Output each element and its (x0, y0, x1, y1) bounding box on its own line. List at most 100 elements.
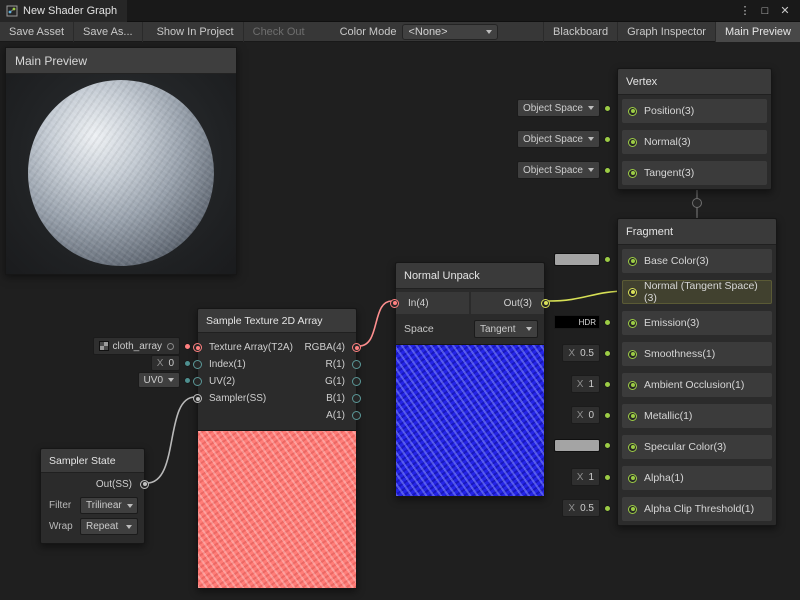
r-port[interactable] (352, 360, 361, 369)
fragment-row-alpha[interactable]: Alpha(1) (622, 466, 772, 490)
normal-unpack-in-port[interactable] (390, 299, 399, 308)
normal-unpack-node[interactable]: Normal Unpack In(4) Out(3) Space Tangent (395, 262, 545, 497)
rgba-port[interactable] (352, 343, 361, 352)
a-output-row[interactable]: A(1) (304, 407, 356, 424)
normal-unpack-header[interactable]: Normal Unpack (396, 263, 544, 289)
emission-port[interactable] (628, 319, 637, 328)
space-dropdown[interactable]: Tangent (474, 320, 538, 338)
graph-canvas[interactable]: Main Preview Vertex Position(3) Normal(3… (0, 42, 800, 600)
tangent-space-dropdown[interactable]: Object Space (517, 161, 600, 179)
main-preview-toggle[interactable]: Main Preview (715, 22, 800, 42)
normal-space-dropdown[interactable]: Object Space (517, 130, 600, 148)
vertex-row-position[interactable]: Position(3) (622, 99, 767, 123)
b-port[interactable] (352, 394, 361, 403)
vertex-node[interactable]: Vertex Position(3) Normal(3) Tangent(3) (617, 68, 772, 190)
rgba-output-row[interactable]: RGBA(4) (304, 339, 356, 356)
close-icon[interactable]: ✕ (776, 2, 794, 20)
save-asset-button[interactable]: Save Asset (0, 22, 74, 42)
wire-rgba-to-normalunpack-in[interactable] (359, 301, 392, 346)
ambient-occlusion-field[interactable]: X 1 (571, 375, 600, 393)
specular-color-widget (554, 439, 611, 452)
position-space-dropdown[interactable]: Object Space (517, 99, 600, 117)
fragment-row-metallic[interactable]: Metallic(1) (622, 404, 772, 428)
fragment-node[interactable]: Fragment Base Color(3) Normal (Tangent S… (617, 218, 777, 526)
ambient-occlusion-port[interactable] (628, 381, 637, 390)
index-input-row[interactable]: Index(1) (198, 356, 293, 373)
texture-array-label: Texture Array(T2A) (209, 342, 293, 353)
specular-color-swatch[interactable] (554, 439, 600, 452)
smoothness-port[interactable] (628, 350, 637, 359)
g-output-row[interactable]: G(1) (304, 373, 356, 390)
vertex-row-normal[interactable]: Normal(3) (622, 130, 767, 154)
fragment-row-base-color[interactable]: Base Color(3) (622, 249, 772, 273)
sampler-port[interactable] (193, 394, 202, 403)
fragment-row-alpha-clip-threshold[interactable]: Alpha Clip Threshold(1) (622, 497, 772, 521)
object-picker-icon[interactable] (167, 343, 174, 350)
fragment-row-specular-color[interactable]: Specular Color(3) (622, 435, 772, 459)
metallic-field[interactable]: X 0 (571, 406, 600, 424)
alpha-field[interactable]: X 1 (571, 468, 600, 486)
alpha-clip-threshold-port[interactable] (628, 505, 637, 514)
sample-texture-2d-array-node[interactable]: Sample Texture 2D Array Texture Array(T2… (197, 308, 357, 589)
menu-icon[interactable]: ⋮ (736, 2, 754, 20)
chevron-down-icon (588, 168, 594, 172)
wrap-dropdown[interactable]: Repeat (80, 518, 138, 535)
port-nub (604, 505, 611, 512)
g-port[interactable] (352, 377, 361, 386)
vertex-row-tangent[interactable]: Tangent(3) (622, 161, 767, 185)
texture-array-input-row[interactable]: Texture Array(T2A) (198, 339, 293, 356)
alpha-port[interactable] (628, 474, 637, 483)
fragment-normal-port[interactable] (628, 288, 637, 297)
out-label: Out(3) (504, 298, 532, 309)
wire-samplerstate-to-sampler[interactable] (147, 397, 195, 483)
uv-channel-dropdown[interactable]: UV0 (138, 372, 180, 388)
normal-unpack-out-row[interactable]: Out(3) (471, 292, 544, 314)
sampler-input-row[interactable]: Sampler(SS) (198, 390, 293, 407)
position-port[interactable] (628, 107, 637, 116)
fragment-node-header[interactable]: Fragment (618, 219, 776, 245)
smoothness-field[interactable]: X 0.5 (562, 344, 600, 362)
tangent-port[interactable] (628, 169, 637, 178)
fragment-row-smoothness[interactable]: Smoothness(1) (622, 342, 772, 366)
save-as-button[interactable]: Save As... (74, 22, 143, 42)
sampler-state-out-port[interactable] (140, 480, 149, 489)
index-port[interactable] (193, 360, 202, 369)
graph-inspector-toggle[interactable]: Graph Inspector (617, 22, 715, 42)
maximize-icon[interactable]: □ (756, 2, 774, 20)
r-output-row[interactable]: R(1) (304, 356, 356, 373)
sampler-state-out-row[interactable]: Out(SS) (41, 473, 144, 495)
color-mode-dropdown[interactable]: <None> (402, 24, 498, 40)
filter-dropdown[interactable]: Trilinear (80, 497, 138, 514)
uv-port[interactable] (193, 377, 202, 386)
fragment-row-emission[interactable]: Emission(3) (622, 311, 772, 335)
metallic-port[interactable] (628, 412, 637, 421)
uv-input-row[interactable]: UV(2) (198, 373, 293, 390)
main-preview-header[interactable]: Main Preview (6, 48, 236, 74)
vertex-node-header[interactable]: Vertex (618, 69, 771, 95)
main-preview-panel[interactable]: Main Preview (5, 47, 237, 275)
texture-array-port[interactable] (193, 343, 202, 352)
emission-hdr-field[interactable]: HDR (554, 315, 600, 329)
b-output-row[interactable]: B(1) (304, 390, 356, 407)
alpha-clip-threshold-field[interactable]: X 0.5 (562, 499, 600, 517)
texture-array-object-field[interactable]: cloth_array (93, 337, 180, 355)
sampler-state-header[interactable]: Sampler State (41, 449, 144, 473)
blackboard-toggle[interactable]: Blackboard (543, 22, 617, 42)
uv-channel-value: UV0 (144, 375, 163, 386)
sampler-state-node[interactable]: Sampler State Out(SS) Filter Trilinear W… (40, 448, 145, 544)
fragment-row-ambient-occlusion[interactable]: Ambient Occlusion(1) (622, 373, 772, 397)
normal-unpack-in-row[interactable]: In(4) (396, 292, 469, 314)
shader-graph-tab[interactable]: New Shader Graph (0, 0, 127, 22)
base-color-port[interactable] (628, 257, 637, 266)
a-port[interactable] (352, 411, 361, 420)
wire-normalunpack-out-to-fragment-normal[interactable] (548, 291, 628, 301)
normal-unpack-out-port[interactable] (541, 299, 550, 308)
show-in-project-button[interactable]: Show In Project (148, 22, 244, 42)
base-color-swatch[interactable] (554, 253, 600, 266)
index-field[interactable]: X 0 (151, 355, 180, 371)
chevron-down-icon (588, 106, 594, 110)
normal-port[interactable] (628, 138, 637, 147)
sample-node-header[interactable]: Sample Texture 2D Array (198, 309, 356, 333)
specular-color-port[interactable] (628, 443, 637, 452)
fragment-row-normal[interactable]: Normal (Tangent Space)(3) (622, 280, 772, 304)
